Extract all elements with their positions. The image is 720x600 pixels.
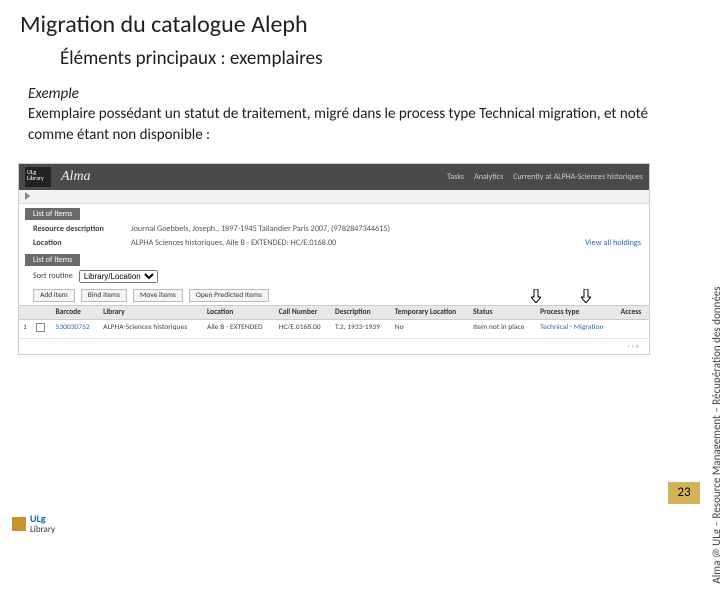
slide-title: Migration du catalogue Aleph bbox=[0, 0, 720, 43]
alma-screenshot: ULg Library Alma Tasks Analytics Current… bbox=[18, 163, 650, 355]
row-library: ALPHA-Sciences historiques bbox=[99, 319, 203, 338]
row-checkbox[interactable] bbox=[36, 323, 45, 332]
logo-library: Library bbox=[30, 524, 55, 535]
list-of-items-subheader: List of Items bbox=[25, 254, 80, 266]
alma-logo: Alma bbox=[61, 169, 91, 185]
nav-arrow-icon[interactable] bbox=[25, 192, 30, 200]
ulg-badge: ULg Library bbox=[25, 167, 51, 187]
col-library[interactable]: Library bbox=[99, 305, 203, 319]
row-call: HC/E.0168.00 bbox=[275, 319, 331, 338]
col-call[interactable]: Call Number bbox=[275, 305, 331, 319]
open-predicted-button[interactable]: Open Predicted Items bbox=[189, 289, 269, 302]
col-ptype[interactable]: Process type bbox=[536, 305, 617, 319]
resource-desc-label: Resource description bbox=[33, 224, 125, 234]
paging-area: ‹ › » bbox=[19, 339, 649, 354]
logo-square-icon bbox=[12, 517, 26, 531]
alma-topbar: ULg Library Alma Tasks Analytics Current… bbox=[19, 164, 649, 190]
highlight-arrow-icon bbox=[581, 289, 591, 303]
col-location[interactable]: Location bbox=[203, 305, 275, 319]
topbar-analytics[interactable]: Analytics bbox=[474, 172, 503, 182]
sort-select[interactable]: Library/Location bbox=[79, 270, 158, 283]
footer-logo: ULg Library bbox=[12, 514, 55, 534]
bind-items-button[interactable]: Bind items bbox=[81, 289, 127, 302]
row-barcode[interactable]: 530030752 bbox=[52, 319, 100, 338]
location-label: Location bbox=[33, 238, 125, 248]
resource-desc-value: Journal Goebbels, Joseph., 1897-1945 Tal… bbox=[131, 224, 390, 234]
col-temp[interactable]: Temporary Location bbox=[391, 305, 469, 319]
move-items-button[interactable]: Move items bbox=[133, 289, 183, 302]
list-of-items-header: List of Items bbox=[25, 208, 80, 220]
col-access[interactable]: Access bbox=[617, 305, 649, 319]
page-number: 23 bbox=[668, 482, 700, 504]
slide-subtitle: Éléments principaux : exemplaires bbox=[0, 43, 720, 78]
row-temp: No bbox=[391, 319, 469, 338]
body-text: Exemplaire possédant un statut de traite… bbox=[28, 105, 648, 143]
topbar-tasks[interactable]: Tasks bbox=[447, 172, 464, 182]
alma-navbar bbox=[19, 190, 649, 204]
slide-body: Exemple Exemplaire possédant un statut d… bbox=[0, 78, 720, 155]
col-desc[interactable]: Description bbox=[331, 305, 391, 319]
row-desc: T.2, 1933-1939 bbox=[331, 319, 391, 338]
col-barcode[interactable]: Barcode bbox=[52, 305, 100, 319]
row-ptype[interactable]: Technical - Migration bbox=[536, 319, 617, 338]
row-num: 1 bbox=[19, 319, 32, 338]
table-row[interactable]: 1 530030752 ALPHA-Sciences historiques A… bbox=[19, 319, 649, 338]
col-status[interactable]: Status bbox=[469, 305, 536, 319]
exemple-label: Exemple bbox=[28, 85, 79, 103]
add-item-button[interactable]: Add item bbox=[33, 289, 75, 302]
row-access bbox=[617, 319, 649, 338]
items-table: Barcode Library Location Call Number Des… bbox=[19, 305, 649, 339]
location-value: ALPHA Sciences historiques, Aile B - EXT… bbox=[131, 238, 336, 248]
sidebar-label: Alma @ ULg – Resource Management – Récup… bbox=[710, 270, 720, 600]
highlight-arrow-icon bbox=[531, 289, 541, 303]
sort-label: Sort routine bbox=[33, 271, 73, 281]
topbar-currently: Currently at ALPHA-Sciences historiques bbox=[513, 172, 643, 182]
view-all-holdings-link[interactable]: View all holdings bbox=[585, 238, 641, 248]
row-status: Item not in place bbox=[469, 319, 536, 338]
table-header-row: Barcode Library Location Call Number Des… bbox=[19, 305, 649, 319]
row-location: Aile B - EXTENDED bbox=[203, 319, 275, 338]
